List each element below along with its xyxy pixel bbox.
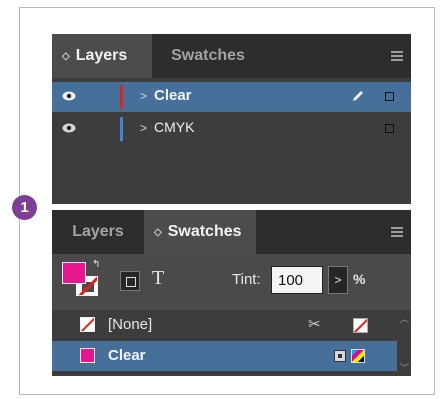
tab-swatches-label: Swatches <box>167 223 242 240</box>
layer-name[interactable]: CMYK <box>154 119 194 135</box>
eye-icon[interactable] <box>62 123 76 133</box>
chevron-right-icon[interactable]: > <box>140 89 147 103</box>
fill-swatch[interactable] <box>62 262 86 284</box>
eye-icon[interactable] <box>62 91 76 101</box>
tab-collapse-icon: ◇ <box>154 226 162 238</box>
swatch-name: Clear <box>108 347 146 364</box>
formatting-container-button[interactable] <box>120 271 140 291</box>
layer-color-swatch <box>120 85 123 109</box>
scroll-down-icon[interactable]: ﹀ <box>400 361 409 374</box>
none-color-mode-icon <box>353 318 368 333</box>
tab-swatches[interactable]: Swatches <box>152 34 264 78</box>
cmyk-process-icon <box>351 349 365 363</box>
tab-swatches[interactable]: ◇ Swatches <box>144 210 256 254</box>
panel-menu-icon[interactable] <box>391 51 403 61</box>
clear-swatch-chip <box>80 348 95 363</box>
formatting-text-icon[interactable]: T <box>152 267 164 290</box>
layer-row-clear[interactable]: > Clear <box>52 82 411 112</box>
tab-collapse-icon: ◇ <box>62 50 70 62</box>
tab-layers[interactable]: ◇ Layers <box>52 34 152 78</box>
tint-input[interactable]: 100 <box>271 266 323 294</box>
spot-color-icon <box>334 350 346 362</box>
scissors-no-edit-icon: ✂ <box>308 316 321 333</box>
swatches-panel: Layers ◇ Swatches ↰ T Tint: 100 > % [Non… <box>52 210 411 376</box>
tab-layers[interactable]: Layers <box>52 210 144 254</box>
chevron-right-icon[interactable]: > <box>140 121 147 135</box>
layer-row-cmyk[interactable]: > CMYK <box>52 114 411 144</box>
layers-panel-tabbar: ◇ Layers Swatches <box>52 34 411 78</box>
scroll-up-icon[interactable]: ︿ <box>400 312 409 325</box>
swatch-name: [None] <box>108 316 153 333</box>
tab-swatches-label: Swatches <box>171 47 245 64</box>
swatch-controls: ↰ T Tint: 100 > % <box>52 254 411 310</box>
layer-color-swatch <box>120 117 123 141</box>
swap-fill-stroke-icon[interactable]: ↰ <box>92 259 100 270</box>
tint-label: Tint: <box>232 271 261 288</box>
swatches-panel-tabbar: Layers ◇ Swatches <box>52 210 411 254</box>
swatch-row-none[interactable]: [None] ✂ <box>52 310 411 340</box>
tint-dropdown-button[interactable]: > <box>328 266 348 294</box>
panel-menu-icon[interactable] <box>391 227 403 237</box>
layers-panel: ◇ Layers Swatches > Clear > CMYK <box>52 34 411 204</box>
pencil-icon <box>351 89 365 108</box>
tab-layers-label: Layers <box>75 47 128 64</box>
swatches-scrollbar[interactable]: ︿ ﹀ <box>397 310 411 376</box>
swatch-row-clear[interactable]: Clear <box>52 341 397 371</box>
layer-target-square[interactable] <box>385 92 394 101</box>
layer-target-square[interactable] <box>385 124 394 133</box>
tint-unit: % <box>353 271 366 287</box>
callout-badge: 1 <box>12 195 37 220</box>
tab-layers-label: Layers <box>72 223 124 240</box>
layer-name[interactable]: Clear <box>154 87 192 104</box>
none-swatch-chip <box>80 317 95 332</box>
